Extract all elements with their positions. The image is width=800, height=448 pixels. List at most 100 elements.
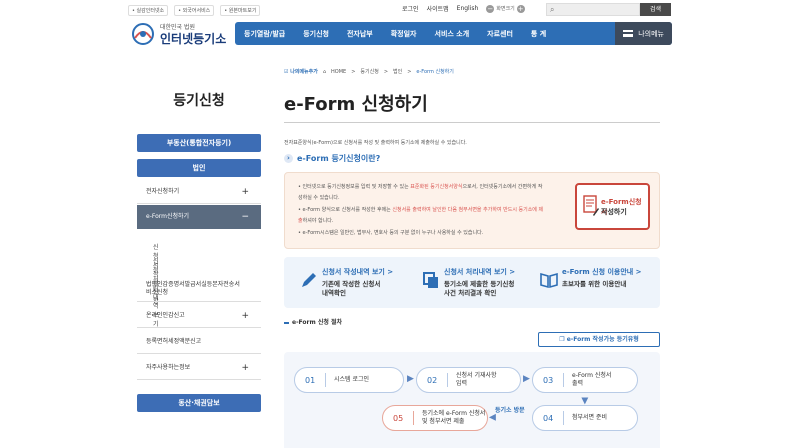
sidebar-property-button[interactable]: 부동산(통합전자등기) (137, 134, 261, 152)
hamburger-icon (623, 30, 634, 37)
card-title: e-Form 신청 이용안내 > (562, 268, 642, 276)
available-types-label: e-Form 작성가능 등기유형 (566, 336, 639, 343)
process-step-05: 05 등기소에 e-Form 신청서 및 첨부서면 제출 (382, 405, 488, 431)
process-step-01: 01 시스템 로그인 (294, 367, 404, 393)
card-written-history[interactable]: 신청서 작성내역 보기 > 기존에 작성한 신청서 내역확인 (302, 267, 393, 298)
my-menu-button[interactable]: 나의메뉴 (615, 22, 672, 45)
nav-item-resources[interactable]: 자료센터 (478, 29, 522, 39)
my-menu-label: 나의메뉴 (638, 29, 664, 38)
zoom-in-button[interactable]: + (516, 4, 525, 13)
card-desc: 기존에 작성한 신청서 내역확인 (322, 280, 381, 297)
main-navigation: 등기열람/발급 등기신청 전자납부 확정일자 서비스 소개 자료센터 통 계 나… (235, 22, 672, 45)
page-title: e-Form 신청하기 (284, 94, 428, 115)
eform-create-button[interactable]: e-Form신청서 작성하기 (575, 183, 650, 230)
card-desc: 등기소에 제출한 등기신청 사건 처리결과 확인 (444, 280, 515, 297)
zoom-out-button[interactable]: − (486, 4, 495, 13)
chevron-right-icon: › (284, 154, 293, 163)
card-desc: 초보자를 위한 이용안내 (562, 280, 627, 288)
sitemap-link[interactable]: 사이트맵 (427, 4, 449, 13)
process-step-04: 04 첨부서면 준비 (532, 405, 638, 431)
court-logo-icon (132, 23, 154, 45)
document-icon: ❐ (559, 336, 567, 343)
expand-icon: + (241, 363, 249, 373)
login-link[interactable]: 로그인 (402, 4, 419, 13)
expand-icon: + (241, 187, 249, 197)
eform-button-line2: 작성하기 (601, 208, 627, 216)
search-icon: ⌕ (550, 5, 555, 14)
breadcrumb-apply[interactable]: 등기신청 (360, 68, 378, 75)
section-heading: › e-Form 등기신청이란? (284, 153, 380, 164)
pencil-icon (302, 273, 316, 287)
sidebar-item-seal-report[interactable]: 온라인인감신고 + (137, 304, 261, 328)
nav-item-service-intro[interactable]: 서비스 소개 (426, 29, 479, 39)
book-icon (540, 272, 558, 289)
sidebar-item-faq-info[interactable]: 자주사용하는정보 + (137, 356, 261, 380)
arrow-right-icon: ▶ (523, 374, 530, 384)
info-line: • 인터넷으로 등기신청정보를 입력 및 저장할 수 있는 표준화된 등기신청서… (298, 184, 543, 190)
breadcrumb-corp[interactable]: 법인 (393, 68, 402, 75)
arrow-right-icon: ▶ (407, 374, 414, 384)
logo-title: 인터넷등기소 (160, 32, 227, 46)
process-step-03: 03 e-Form 신청서 출력 (532, 367, 638, 393)
sidebar-item-label: 법인인감증명서발급서실등본자전송서비스신청 (146, 281, 240, 296)
sidebar-item-e-apply[interactable]: 전자신청하기 + (137, 180, 261, 204)
sidebar-item-label: 온라인인감신고 (146, 312, 185, 319)
search-button[interactable]: 검색 (640, 3, 671, 16)
collapse-icon: − (241, 212, 249, 222)
title-divider (284, 122, 660, 123)
card-title: 신청서 처리내역 보기 > (444, 268, 516, 276)
zoom-control: − 화면크기 + (486, 4, 525, 13)
english-link[interactable]: English (457, 5, 479, 12)
sidebar-lien-button[interactable]: 동산·채권담보 (137, 394, 261, 412)
arrow-down-icon: ▶ (579, 397, 590, 405)
expand-icon: + (241, 311, 249, 321)
quick-link-cards: 신청서 작성내역 보기 > 기존에 작성한 신청서 내역확인 신청서 처리내역 보… (284, 257, 660, 308)
available-types-button[interactable]: ❐ e-Form 작성가능 등기유형 (538, 332, 660, 347)
home-icon: ⌂ (322, 68, 327, 75)
breadcrumb-current: e-Form 신청하기 (416, 69, 454, 75)
breadcrumb-separator: > (351, 68, 356, 75)
visit-label: 등기소 방문 (495, 407, 525, 414)
sidebar-item-label: 등록면허세정액분신고 (146, 338, 202, 345)
process-step-02: 02 신청서 기재사항 입력 (416, 367, 521, 393)
copy-icon (423, 272, 438, 288)
info-line: 출하셔야 합니다. (298, 218, 334, 224)
section-heading-text: e-Form 등기신청이란? (297, 154, 381, 163)
top-links: • 실감인터넷소 • 외국어서비스 • 원본마트보기 (128, 5, 261, 16)
nav-item-registry-view[interactable]: 등기열람/발급 (235, 29, 294, 39)
nav-item-registry-apply[interactable]: 등기신청 (294, 29, 338, 39)
document-pen-icon (583, 195, 599, 216)
nav-item-e-payment[interactable]: 전자납부 (338, 29, 382, 39)
sidebar-item-seal-cert[interactable]: 법인인감증명서발급서실등본자전송서비스신청 (137, 278, 261, 302)
breadcrumb-separator: > (407, 68, 412, 75)
zoom-label: 화면크기 (496, 6, 515, 12)
top-link[interactable]: • 실감인터넷소 (128, 5, 169, 16)
info-line: • e-Form 양식으로 신청서를 작성한 후에는 신청서를 출력하여 날인한… (298, 207, 544, 213)
sidebar-item-label: 자주사용하는정보 (146, 364, 191, 371)
search-input[interactable]: ⌕ (546, 3, 640, 16)
sidebar-item-eform[interactable]: e-Form신청하기 − (137, 205, 261, 229)
add-my-menu-label: 나의메뉴추가 (290, 69, 318, 75)
process-heading: e-Form 신청 절차 (284, 317, 342, 326)
card-usage-guide[interactable]: e-Form 신청 이용안내 > 초보자를 위한 이용안내 (540, 267, 642, 289)
add-my-menu-link[interactable]: ☑ 나의메뉴추가 (284, 68, 318, 75)
breadcrumb-home[interactable]: HOME (331, 69, 346, 75)
info-line: 성하실 수 있습니다. (298, 195, 340, 201)
sidebar-item-label: e-Form신청하기 (146, 213, 190, 220)
card-process-history[interactable]: 신청서 처리내역 보기 > 등기소에 제출한 등기신청 사건 처리결과 확인 (423, 267, 516, 298)
site-logo[interactable]: 대한민국 법원 인터넷등기소 (130, 20, 230, 48)
nav-item-stats[interactable]: 통 계 (522, 29, 555, 39)
top-bar: • 실감인터넷소 • 외국어서비스 • 원본마트보기 로그인 사이트맵 Engl… (0, 0, 800, 18)
nav-item-fixed-date[interactable]: 확정일자 (382, 29, 426, 39)
sidebar-item-label: 전자신청하기 (146, 188, 180, 195)
breadcrumb: ☑ 나의메뉴추가 ⌂ HOME > 등기신청 > 법인 > e-Form 신청하… (284, 68, 454, 76)
sidebar-title: 등기신청 (173, 93, 225, 109)
page-intro: 전자표준양식(e-Form)으로 신청서를 작성 및 출력하여 등기소에 제출하… (284, 140, 467, 146)
top-link[interactable]: • 외국어서비스 (174, 5, 215, 16)
sidebar-corp-button[interactable]: 법인 (137, 159, 261, 177)
top-link[interactable]: • 원본마트보기 (220, 5, 261, 16)
breadcrumb-separator: > (383, 68, 389, 75)
info-line: • e-Form시스템은 일반인, 법무사, 변호사 등의 구분 없이 누구나 … (298, 230, 484, 236)
util-links: 로그인 사이트맵 English − 화면크기 + (402, 4, 525, 13)
sidebar-item-license-tax[interactable]: 등록면허세정액분신고 (137, 330, 261, 354)
